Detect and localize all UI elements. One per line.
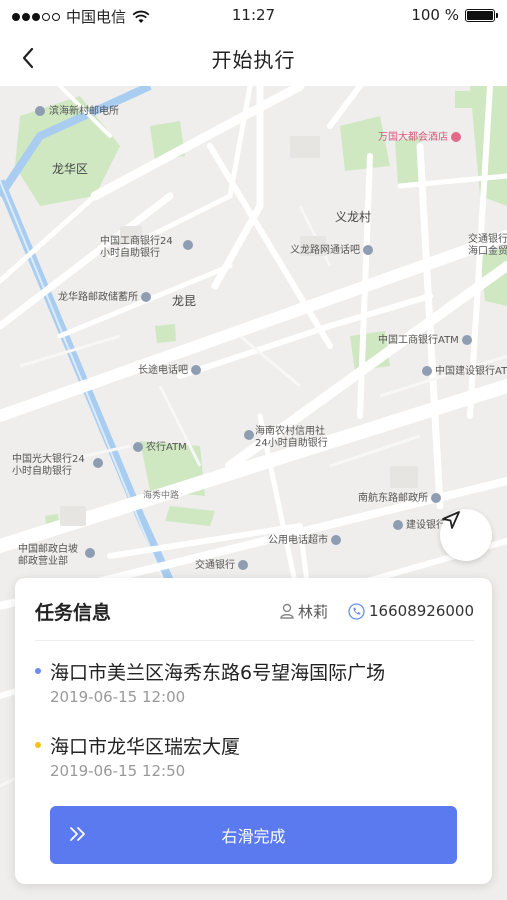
map-label-wanguo-hotel: 万国大都会酒店: [378, 128, 461, 143]
route-stop-destination: 海口市龙华区瑞宏大厦 2019-06-15 12:50: [35, 732, 474, 782]
map-label-bocom-right: 交通银行 海口金贸: [468, 234, 507, 257]
route-stop-origin: 海口市美兰区海秀东路6号望海国际广场 2019-06-15 12:00: [35, 658, 474, 708]
contact-name: 林莉: [298, 602, 329, 621]
battery-fill: [467, 10, 493, 20]
map-label-longkun: 龙昆: [172, 294, 197, 308]
map-label-nanhang-post: 南航东路邮政所: [358, 489, 441, 504]
map-label-yilong-village: 义龙村: [335, 210, 372, 224]
map-label-icbc-atm: 中国工商银行ATM: [378, 331, 472, 346]
origin-time: 2019-06-15 12:00: [50, 688, 186, 706]
map-label-yilong-internet: 义龙路网通话吧: [290, 241, 373, 256]
task-card-header: 任务信息 林莉 16608926000: [35, 596, 474, 626]
battery-percent: 100 %: [411, 6, 459, 24]
origin-dot: [35, 668, 41, 674]
map-label-longhua-district: 龙华区: [52, 162, 89, 176]
map-label-haixiu-road: 海秀中路: [143, 491, 180, 501]
double-chevron-right-icon: [70, 827, 85, 841]
map-label-changsu-phone: 长途电话吧: [138, 361, 201, 376]
map-label-icbc-24: 中国工商银行24 小时自助银行: [100, 236, 193, 260]
map-label-binhai-post: 滨海新村邮电所: [35, 102, 119, 117]
navigation-arrow-icon: [442, 511, 460, 529]
map-label-longhua-postal: 龙华路邮政储蓄所: [58, 288, 151, 303]
contact-phone[interactable]: 16608926000: [369, 602, 474, 620]
slide-button-label: 右滑完成: [221, 827, 286, 846]
chevron-left-icon: [22, 47, 34, 69]
locate-button[interactable]: [440, 509, 492, 561]
task-card-title: 任务信息: [35, 601, 112, 624]
map-label-ceb-24: 中国光大银行24 小时自助银行: [12, 454, 103, 478]
origin-address: 海口市美兰区海秀东路6号望海国际广场: [50, 662, 386, 684]
nav-bar: 开始执行: [0, 30, 507, 86]
contact-info: 林莉 16608926000: [280, 601, 474, 622]
map-label-bocom: 交通银行: [195, 556, 248, 571]
map-label-hainan-rcb: 海南农村信用社 24小时自助银行: [244, 426, 328, 450]
map-label-china-post-bc: 中国邮政白坡 邮政营业部: [18, 544, 95, 568]
person-icon: [280, 603, 294, 619]
page-title: 开始执行: [211, 47, 296, 72]
map-label-ccb: 建设银行: [393, 516, 446, 531]
phone-icon[interactable]: [348, 602, 365, 620]
map-label-public-phone: 公用电话超市: [268, 531, 341, 546]
battery-icon: [465, 8, 498, 22]
destination-time: 2019-06-15 12:50: [50, 762, 186, 780]
status-bar: 中国电信 11:27 100 %: [0, 0, 507, 30]
destination-dot: [35, 742, 41, 748]
task-info-card: 任务信息 林莉 16608926000 海口市美兰区海秀东路6号望海国际广场 2…: [15, 578, 492, 884]
map-label-abc-atm: 农行ATM: [133, 438, 187, 453]
status-right: 100 %: [411, 6, 498, 24]
card-divider: [35, 640, 474, 641]
back-button[interactable]: [12, 42, 44, 74]
slide-to-complete-button[interactable]: 右滑完成: [50, 806, 457, 864]
map-label-ccb-atm: 中国建设银行ATM: [422, 362, 507, 377]
destination-address: 海口市龙华区瑞宏大厦: [50, 736, 241, 758]
